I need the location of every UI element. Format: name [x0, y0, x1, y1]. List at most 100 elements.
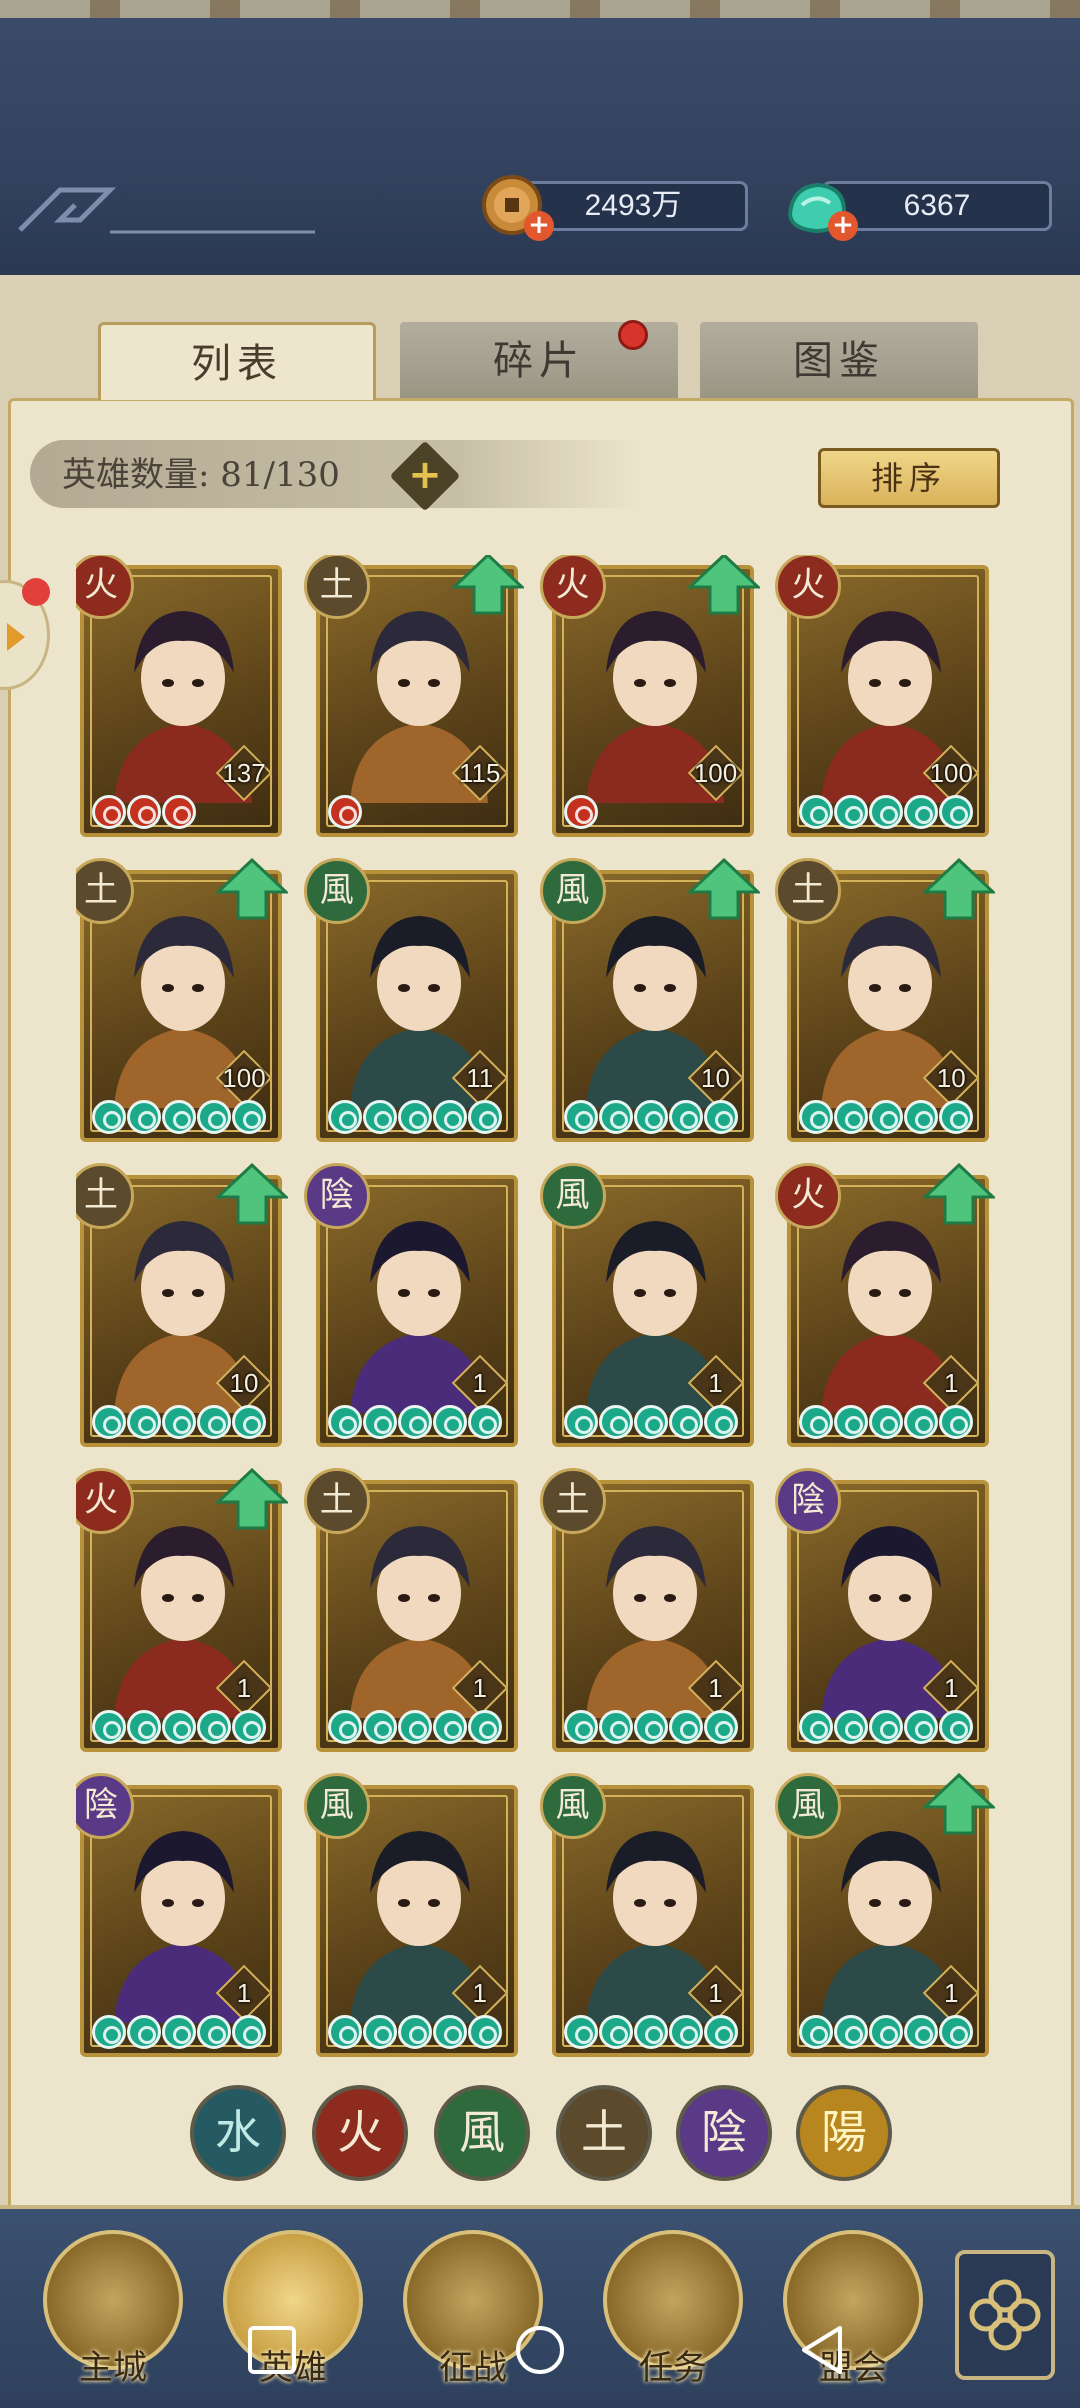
- star-icon: [162, 2014, 196, 2049]
- filter-water-button[interactable]: 水: [190, 2085, 286, 2181]
- hero-level: 100: [929, 758, 973, 788]
- element-wind-icon: 風: [303, 1772, 370, 1839]
- star-icon: [92, 2014, 126, 2049]
- jade-resource[interactable]: + 6367: [782, 175, 1052, 241]
- star-icon: [92, 1404, 126, 1439]
- star-icon: [904, 2014, 939, 2049]
- hero-level: 100: [222, 1062, 266, 1093]
- upgrade-arrow-icon: [923, 1772, 996, 1835]
- star-icon: [668, 2014, 703, 2049]
- star-icon: [327, 1404, 362, 1439]
- star-icon: [799, 1709, 834, 1744]
- star-icon: [467, 1099, 502, 1134]
- star-icon: [633, 1099, 668, 1134]
- tab-list[interactable]: 列表: [98, 322, 376, 400]
- star-icon: [869, 795, 904, 829]
- star-icon: [869, 1709, 904, 1744]
- hero-level: 1: [236, 1977, 252, 2008]
- star-icon: [563, 795, 598, 829]
- star-icon: [598, 2014, 633, 2049]
- star-icon: [668, 1099, 703, 1134]
- star-icon: [162, 1709, 196, 1744]
- element-wind-icon: 風: [303, 857, 370, 924]
- upgrade-arrow-icon: [923, 857, 996, 920]
- star-icon: [232, 1099, 266, 1134]
- filter-earth-button[interactable]: 土: [556, 2085, 652, 2181]
- filter-fire-button[interactable]: 火: [312, 2085, 408, 2181]
- filter-yin-button[interactable]: 陰: [676, 2085, 772, 2181]
- star-icon: [432, 2014, 467, 2049]
- star-icon: [939, 1099, 974, 1134]
- hero-grid: 137 火 115 土 100 火 100 火 100 土 11 風 10 風 10 土 10 土 1 陰 1 風 1 火 1 火…: [76, 555, 1016, 2057]
- add-jade-button[interactable]: +: [828, 211, 858, 241]
- hero-level: 10: [936, 1062, 966, 1093]
- filter-yang-button[interactable]: 陽: [796, 2085, 892, 2181]
- star-icon: [362, 1099, 397, 1134]
- star-icon: [362, 1709, 397, 1744]
- flower-menu-icon: [969, 2279, 1041, 2351]
- star-icon: [467, 1404, 502, 1439]
- star-icon: [232, 2014, 266, 2049]
- more-menu-button[interactable]: [955, 2250, 1055, 2380]
- star-icon: [598, 1404, 633, 1439]
- star-icon: [703, 1709, 738, 1744]
- expand-hero-slots-button[interactable]: +: [389, 440, 461, 512]
- filter-wind-button[interactable]: 風: [434, 2085, 530, 2181]
- star-icon: [904, 1099, 939, 1134]
- home-icon[interactable]: [508, 2318, 572, 2382]
- coin-resource[interactable]: + 2493万: [478, 175, 748, 241]
- star-icon: [703, 1404, 738, 1439]
- star-rating: [327, 1404, 502, 1439]
- add-coin-button[interactable]: +: [524, 211, 554, 241]
- notification-dot: [618, 320, 648, 350]
- element-yin-icon: 陰: [775, 1467, 842, 1534]
- hero-level: 1: [472, 1367, 487, 1398]
- nav-label: 任务: [639, 2348, 707, 2388]
- element-fire-icon: 火: [539, 555, 606, 619]
- element-wind-icon: 風: [775, 1772, 842, 1839]
- star-icon: [362, 1404, 397, 1439]
- star-rating: [563, 2014, 738, 2049]
- star-icon: [127, 795, 161, 829]
- hero-level: 100: [693, 758, 738, 788]
- star-icon: [362, 2014, 397, 2049]
- star-icon: [232, 1404, 266, 1439]
- upgrade-arrow-icon: [216, 1467, 288, 1530]
- star-rating: [92, 795, 196, 829]
- star-icon: [197, 1404, 231, 1439]
- star-icon: [834, 1709, 869, 1744]
- star-icon: [467, 2014, 502, 2049]
- recent-apps-icon[interactable]: [240, 2318, 304, 2382]
- star-rating: [563, 1709, 738, 1744]
- nav-main-city[interactable]: 主城: [38, 2230, 188, 2400]
- star-icon: [327, 1099, 362, 1134]
- star-rating: [799, 2014, 974, 2049]
- element-earth-icon: 土: [539, 1467, 606, 1534]
- hero-level: 1: [472, 1672, 487, 1703]
- star-rating: [92, 1099, 266, 1134]
- star-rating: [92, 1709, 266, 1744]
- sort-button[interactable]: 排序: [818, 448, 1000, 508]
- star-rating: [799, 795, 974, 829]
- star-icon: [703, 1099, 738, 1134]
- star-rating: [799, 1404, 974, 1439]
- nav-tasks[interactable]: 任务: [598, 2230, 748, 2400]
- star-icon: [92, 1099, 126, 1134]
- star-rating: [563, 1404, 738, 1439]
- element-wind-icon: 風: [539, 1162, 606, 1229]
- back-icon[interactable]: [790, 2318, 854, 2382]
- star-icon: [939, 795, 974, 829]
- nav-label: 主城: [79, 2348, 147, 2388]
- star-icon: [904, 1404, 939, 1439]
- element-wind-icon: 風: [539, 857, 606, 924]
- top-decoration-strip: [0, 0, 1080, 18]
- upgrade-arrow-icon: [216, 1162, 288, 1225]
- hero-level: 1: [944, 1977, 959, 2008]
- tab-codex[interactable]: 图鉴: [700, 322, 978, 400]
- star-icon: [598, 1709, 633, 1744]
- star-icon: [939, 1709, 974, 1744]
- star-icon: [162, 1404, 196, 1439]
- star-icon: [563, 1404, 598, 1439]
- star-icon: [834, 2014, 869, 2049]
- star-icon: [904, 1709, 939, 1744]
